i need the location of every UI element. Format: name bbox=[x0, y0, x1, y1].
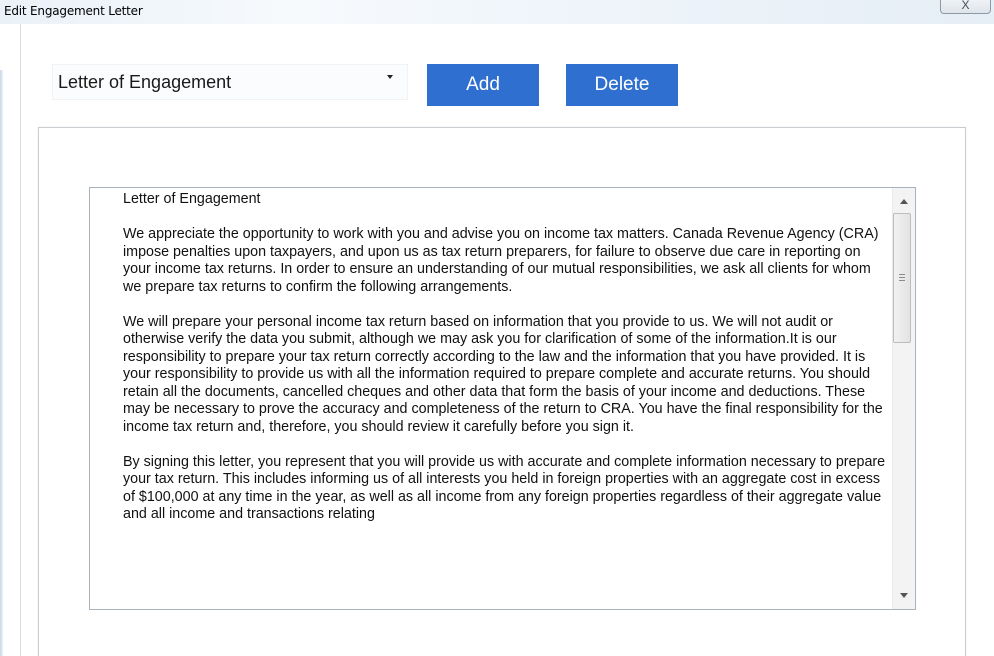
close-icon: X bbox=[961, 0, 970, 12]
delete-button[interactable]: Delete bbox=[566, 64, 678, 106]
chevron-down-icon[interactable] bbox=[387, 75, 393, 79]
letter-paragraph: We appreciate the opportunity to work wi… bbox=[123, 226, 879, 295]
letter-text-content[interactable]: Letter of Engagement We appreciate the o… bbox=[123, 191, 891, 541]
scroll-down-icon[interactable] bbox=[900, 593, 908, 598]
letter-text-editor[interactable]: Letter of Engagement We appreciate the o… bbox=[89, 187, 916, 610]
letter-paragraph: By signing this letter, you represent th… bbox=[123, 453, 886, 523]
grip-icon bbox=[899, 274, 905, 281]
scrollbar-thumb[interactable] bbox=[893, 213, 911, 343]
window-titlebar: Edit Engagement Letter bbox=[0, 0, 994, 24]
letter-heading: Letter of Engagement bbox=[123, 191, 261, 207]
add-button[interactable]: Add bbox=[427, 64, 539, 106]
template-select-value: Letter of Engagement bbox=[58, 72, 232, 92]
scroll-up-icon[interactable] bbox=[900, 199, 908, 204]
letter-paragraph: We will prepare your personal income tax… bbox=[123, 313, 883, 435]
window-left-border bbox=[0, 70, 3, 656]
template-select[interactable]: Letter of Engagement bbox=[52, 64, 408, 100]
content-left-border bbox=[20, 24, 21, 656]
close-button[interactable]: X bbox=[940, 0, 991, 14]
window-title: Edit Engagement Letter bbox=[4, 4, 143, 18]
